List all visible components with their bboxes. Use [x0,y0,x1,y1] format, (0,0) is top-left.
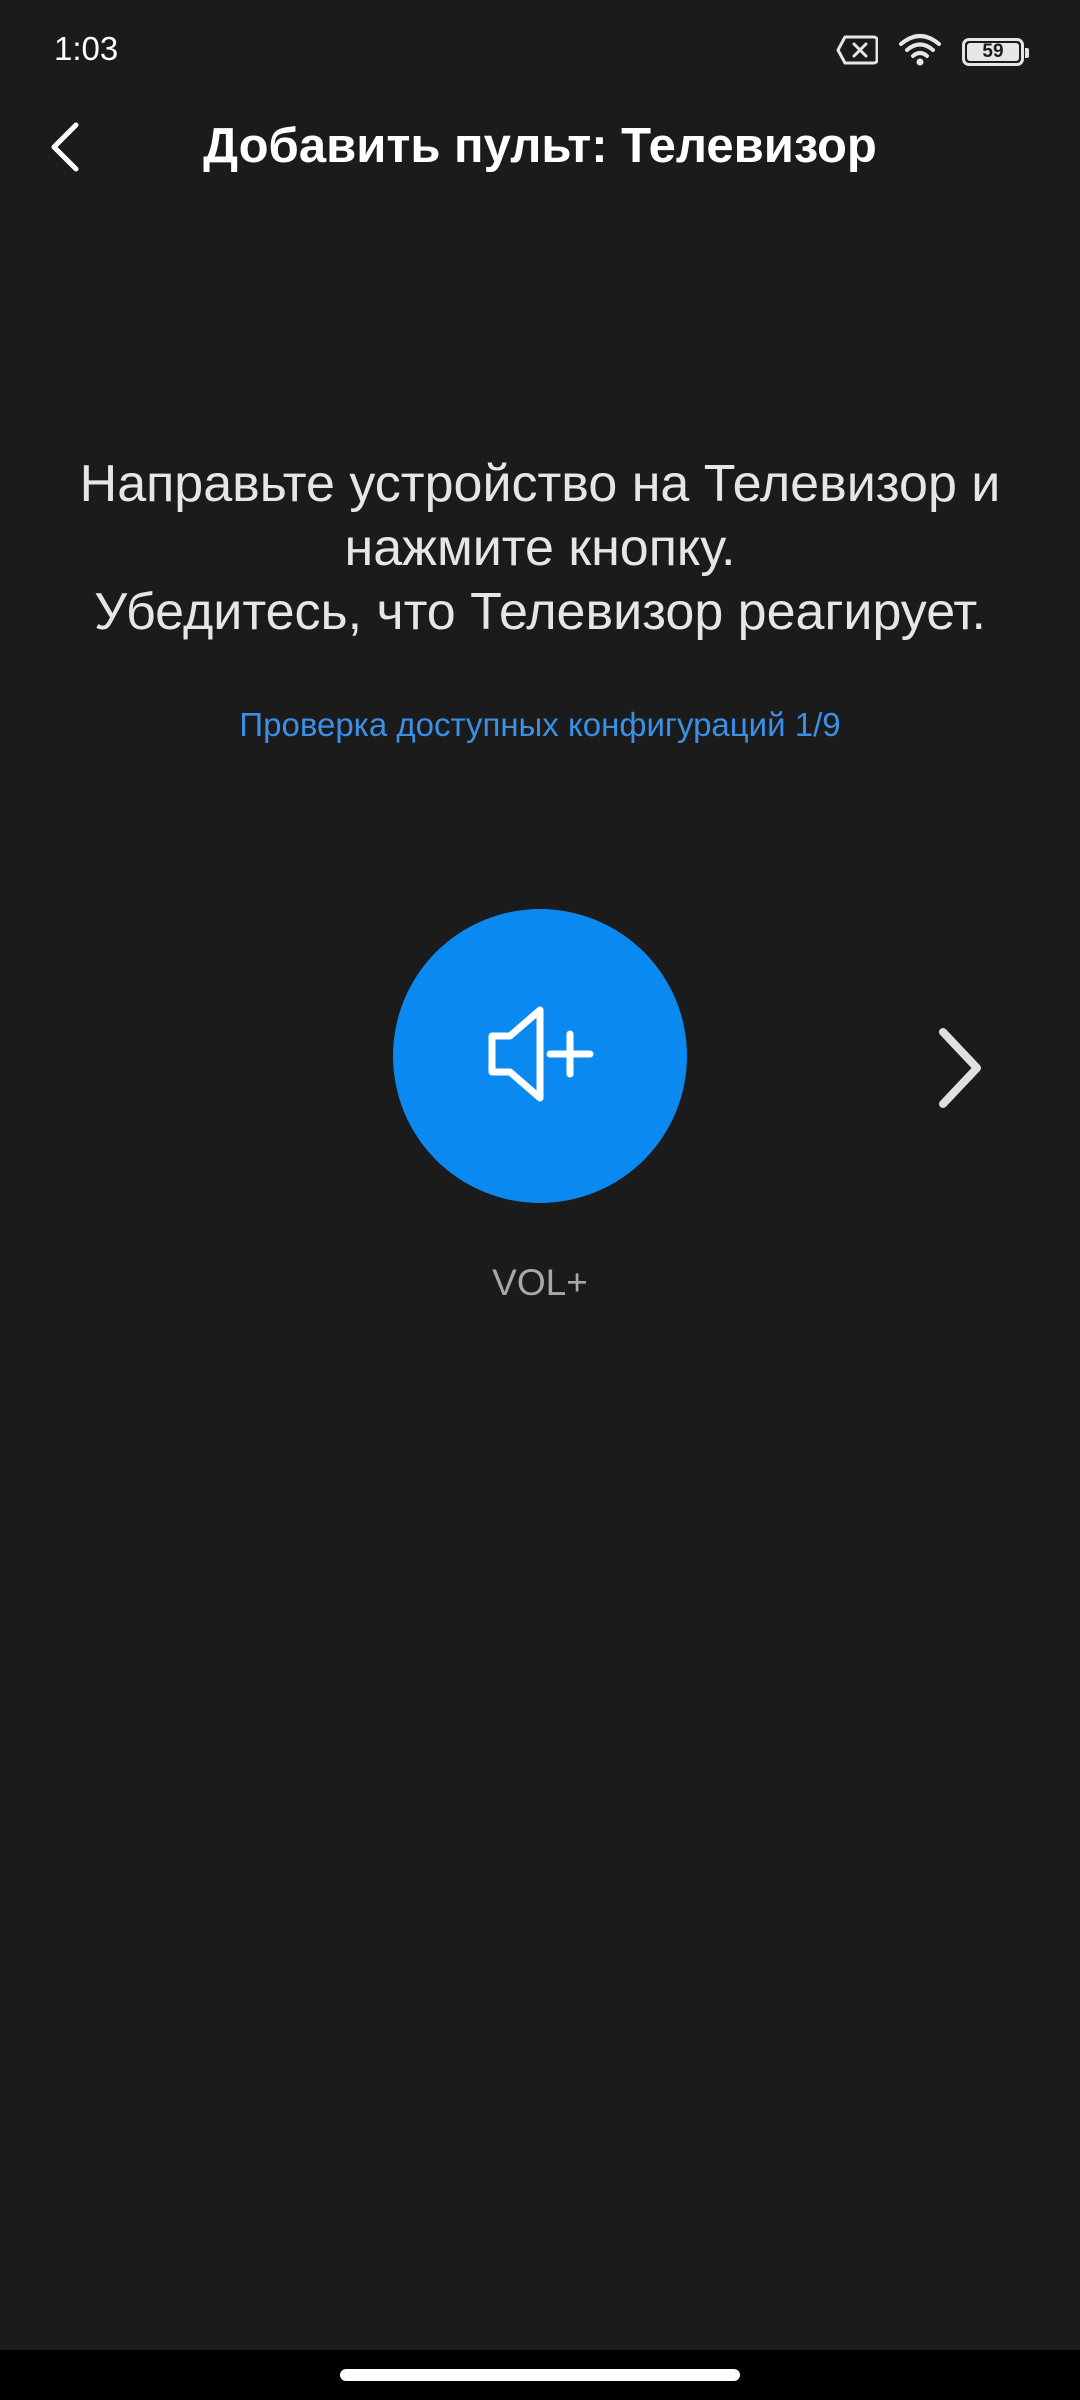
chevron-right-icon [935,1026,985,1115]
home-indicator[interactable] [340,2369,740,2381]
page-title: Добавить пульт: Телевизор [203,119,877,173]
status-bar: 1:03 59 [0,0,1080,104]
instruction-line: Убедитесь, что Телевизор реагирует. [94,583,986,641]
wifi-icon [898,32,942,73]
status-time: 1:03 [54,30,119,67]
volume-up-icon [484,998,596,1115]
battery-level: 59 [967,42,1019,61]
header: Добавить пульт: Телевизор [0,104,1080,194]
next-button[interactable] [920,1020,1000,1120]
instruction-line: Направьте устройство на Телевизор и [79,455,1001,513]
status-icons: 59 [836,32,1029,73]
vol-up-test-button[interactable] [393,909,687,1203]
battery-icon: 59 [962,38,1029,66]
test-button-label: VOL+ [492,1262,588,1303]
navigation-bar [0,2350,1080,2400]
sim-error-icon [836,34,879,71]
instruction-line: нажмите кнопку. [344,519,736,577]
progress-text: Проверка доступных конфигураций 1/9 [239,706,841,743]
instruction-text: Направьте устройство на Телевизор и нажм… [30,452,1050,644]
